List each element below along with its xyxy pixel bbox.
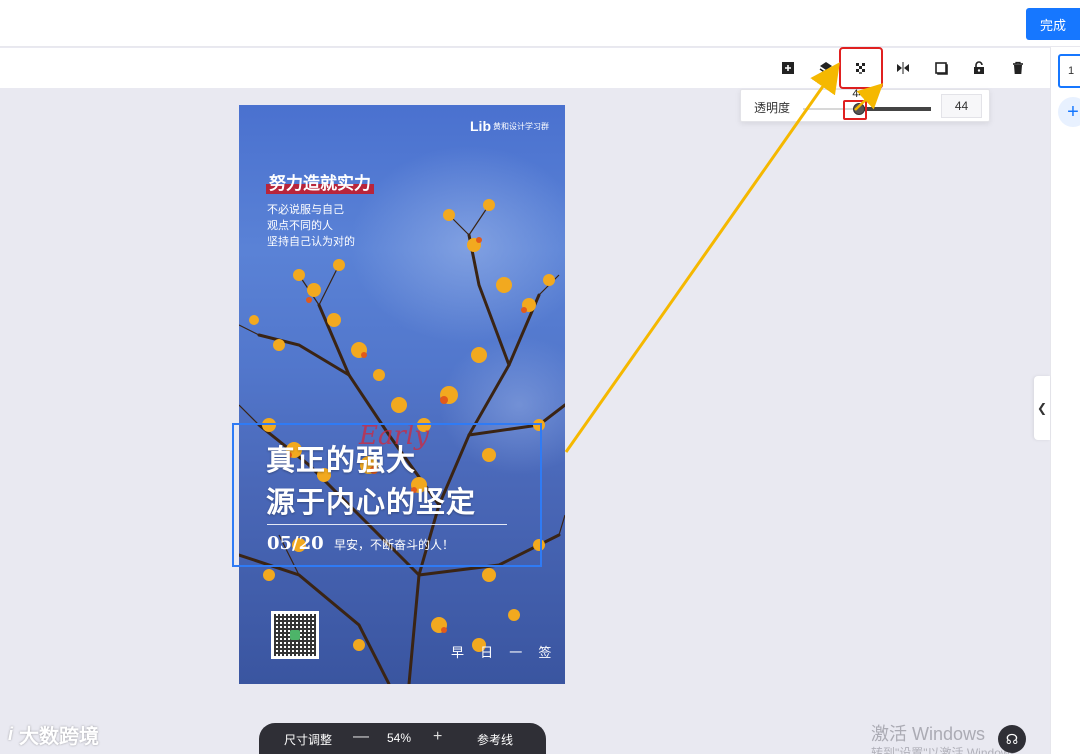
poster-headline: 努力造就实力 [266,169,374,194]
copy-icon[interactable] [929,56,953,80]
lock-icon[interactable] [967,56,991,80]
add-page-button[interactable]: + [1058,97,1080,127]
brand-logo: Lib 黄和设计学习群 [470,118,549,134]
opacity-slider[interactable]: 44 [803,88,931,115]
brand-logo-main: Lib [470,118,491,134]
headset-icon: ☊ [1005,730,1019,747]
poster-subline: 不必说服与自己 [267,203,344,216]
main-title-line-2: 源于内心的坚定 [266,485,477,519]
watermark-logo-text: 大数跨境 [19,726,100,748]
divider-line [267,524,507,525]
top-bar: 完成 [0,0,1080,47]
done-button[interactable]: 完成 [1026,8,1080,40]
element-toolbar [0,47,1050,89]
poster-subline: 坚持自己认为对的 [267,235,355,248]
zoom-level: 54% [387,731,412,745]
pages-panel: 1 + [1050,47,1080,754]
zoom-out-button[interactable]: — [353,728,369,746]
transparency-icon[interactable] [839,47,883,89]
opacity-slider-fill [859,107,931,111]
size-adjust-button[interactable]: 尺寸调整 [284,731,332,748]
watermark-logo-mark: i [8,724,14,744]
opacity-label: 透明度 [754,101,791,115]
delete-icon[interactable] [1006,56,1030,80]
collapse-panel-button[interactable]: ❮ [1034,376,1050,440]
watermark-logo: i 大数跨境 [8,720,99,749]
layers-icon[interactable] [814,56,838,80]
brand-logo-sub: 黄和设计学习群 [493,121,549,131]
zoom-in-button[interactable]: + [433,728,442,746]
zoom-bar: 尺寸调整 — 54% + 参考线 [259,723,546,754]
slider-handle-highlight [843,100,867,120]
poster-date: 05/20 [267,533,324,554]
main-title-line-1: 真正的强大 [266,443,417,477]
poster-canvas[interactable]: Lib 黄和设计学习群 努力造就实力 不必说服与自己 观点不同的人 坚持自己认为… [239,105,565,684]
add-icon[interactable] [776,56,800,80]
windows-activation-title: 激活 Windows [871,724,986,744]
page-thumbnail[interactable]: 1 [1058,54,1080,88]
opacity-value-input[interactable]: 44 [941,94,982,118]
annotation-arrow [564,62,840,453]
qr-code [271,611,319,659]
chevron-left-icon: ❮ [1036,401,1048,415]
guides-button[interactable]: 参考线 [477,731,513,748]
help-button[interactable]: ☊ [998,725,1026,753]
opacity-slider-tooltip: 44 [852,88,865,100]
poster-stamp: 早 日 一 签 [451,646,558,661]
poster-subline: 观点不同的人 [267,219,333,232]
flip-icon[interactable] [891,56,915,80]
poster-greeting: 早安，不断奋斗的人！ [334,538,455,552]
